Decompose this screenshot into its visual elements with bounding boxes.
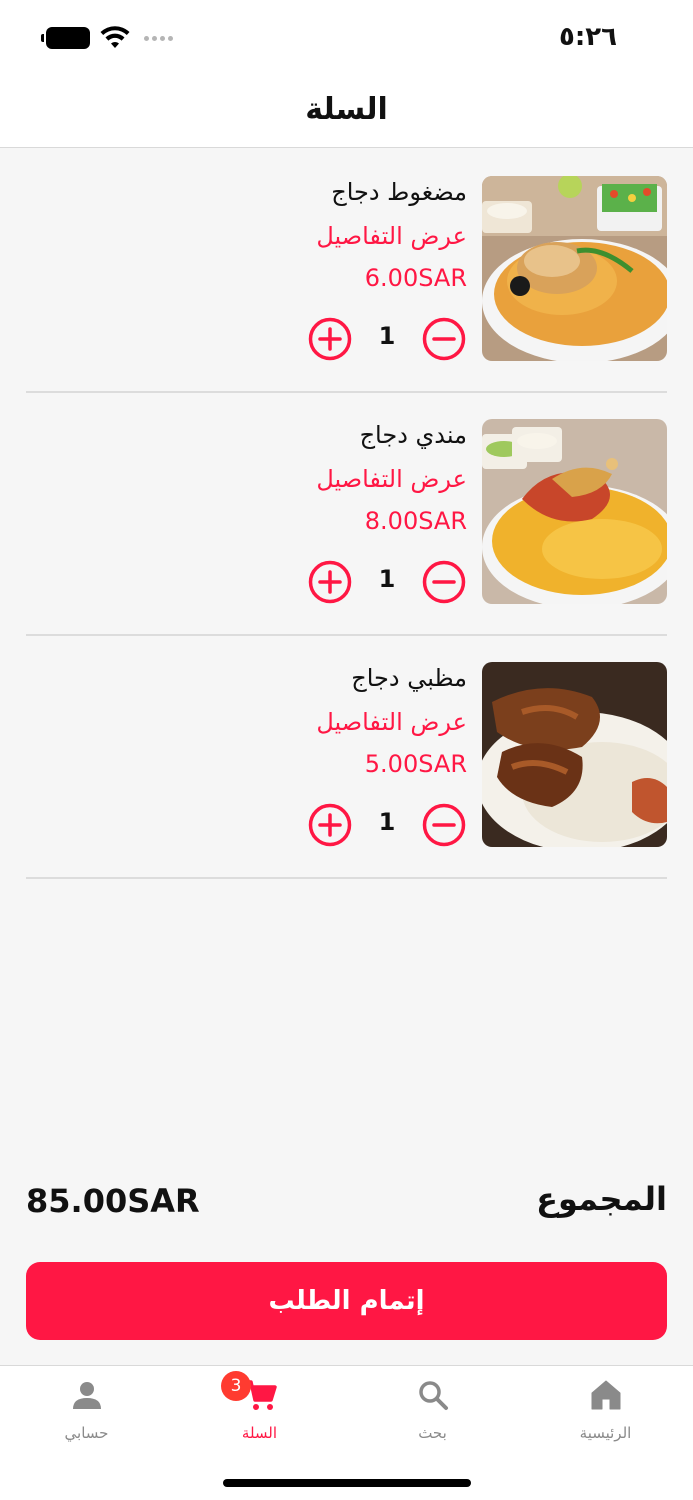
item-price: 6.00SAR xyxy=(364,264,467,292)
food-image[interactable] xyxy=(482,662,667,847)
item-name: مضغوط دجاج xyxy=(331,178,467,206)
food-image[interactable] xyxy=(482,419,667,604)
item-price: 5.00SAR xyxy=(364,750,467,778)
cart-count-badge: 3 xyxy=(221,1371,251,1401)
item-price: 8.00SAR xyxy=(364,507,467,535)
item-name: مظبي دجاج xyxy=(351,664,467,692)
cellular-signal-icon xyxy=(144,35,173,41)
search-icon xyxy=(418,1381,448,1410)
view-details-link[interactable]: عرض التفاصيل xyxy=(316,708,467,736)
home-icon xyxy=(591,1380,620,1410)
cart-item: مضغوط دجاج عرض التفاصيل 6.00SAR 1 xyxy=(26,150,667,393)
quantity-value: 1 xyxy=(378,565,396,593)
quantity-stepper: 1 xyxy=(307,316,467,362)
tab-account[interactable]: حسابي xyxy=(0,1366,173,1466)
quantity-value: 1 xyxy=(378,322,396,350)
item-name: مندي دجاج xyxy=(359,421,467,449)
view-details-link[interactable]: عرض التفاصيل xyxy=(316,465,467,493)
minus-circle-icon[interactable] xyxy=(421,316,467,362)
home-indicator xyxy=(223,1479,471,1487)
page-title: السلة xyxy=(305,92,388,127)
tab-label: السلة xyxy=(241,1424,278,1442)
cart-item: مظبي دجاج عرض التفاصيل 5.00SAR 1 xyxy=(26,636,667,879)
tab-label: بحث xyxy=(418,1424,447,1442)
total-value: 85.00SAR xyxy=(26,1182,200,1220)
battery-icon xyxy=(41,27,90,49)
plus-circle-icon[interactable] xyxy=(307,559,353,605)
quantity-stepper: 1 xyxy=(307,559,467,605)
tab-search[interactable]: بحث xyxy=(346,1366,519,1466)
order-total: المجموع 85.00SAR xyxy=(26,1180,667,1230)
status-bar: ٥:٢٦ xyxy=(0,0,693,76)
status-time: ٥:٢٦ xyxy=(558,22,617,52)
minus-circle-icon[interactable] xyxy=(421,559,467,605)
plus-circle-icon[interactable] xyxy=(307,802,353,848)
nav-header: السلة xyxy=(0,76,693,148)
quantity-value: 1 xyxy=(378,808,396,836)
view-details-link[interactable]: عرض التفاصيل xyxy=(316,222,467,250)
tab-cart[interactable]: 3 السلة xyxy=(173,1366,346,1466)
minus-circle-icon[interactable] xyxy=(421,802,467,848)
wifi-icon xyxy=(100,26,130,48)
tab-label: الرئيسية xyxy=(579,1424,632,1442)
tab-home[interactable]: الرئيسية xyxy=(519,1366,692,1466)
total-label: المجموع xyxy=(536,1180,667,1218)
person-icon xyxy=(72,1382,101,1409)
plus-circle-icon[interactable] xyxy=(307,316,353,362)
status-icons xyxy=(41,26,173,50)
checkout-button[interactable]: إتمام الطلب xyxy=(26,1262,667,1340)
tab-label: حسابي xyxy=(64,1424,109,1442)
food-image[interactable] xyxy=(482,176,667,361)
cart-list: مضغوط دجاج عرض التفاصيل 6.00SAR 1 مندي د… xyxy=(0,150,693,879)
cart-item: مندي دجاج عرض التفاصيل 8.00SAR 1 xyxy=(26,393,667,636)
quantity-stepper: 1 xyxy=(307,802,467,848)
